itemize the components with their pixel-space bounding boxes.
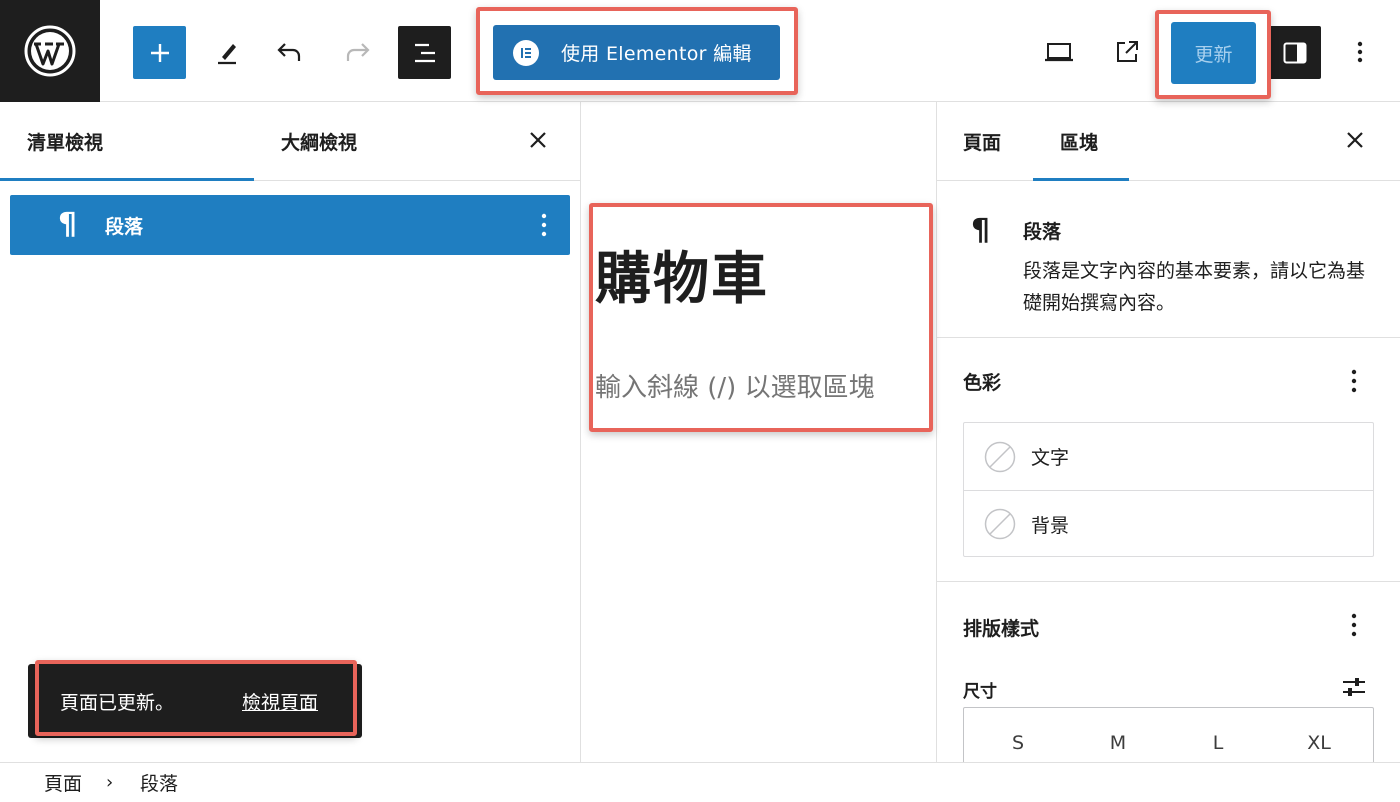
elementor-button-label: 使用 Elementor 編輯 — [561, 43, 752, 65]
breadcrumb: 頁面 › 段落 — [0, 762, 1400, 802]
block-card: ¶ 段落 段落是文字內容的基本要素，請以它為基礎開始撰寫內容。 — [937, 181, 1400, 338]
empty-swatch-icon — [984, 508, 1016, 540]
list-item-label: 段落 — [105, 215, 144, 238]
editor-header: 使用 Elementor 編輯 更新 — [0, 0, 1400, 102]
close-list-view-button[interactable] — [520, 122, 556, 158]
external-link-icon — [1117, 41, 1138, 62]
color-item-background[interactable]: 背景 — [964, 490, 1373, 557]
color-item-label: 背景 — [1031, 514, 1070, 537]
close-settings-button[interactable] — [1337, 122, 1373, 158]
active-tab-indicator — [0, 178, 254, 181]
snackbar-message: 頁面已更新。 — [60, 691, 175, 714]
plus-icon — [150, 43, 169, 62]
list-item-paragraph[interactable]: ¶ 段落 — [10, 195, 570, 255]
close-icon — [530, 132, 546, 148]
snackbar-notice: 頁面已更新。 檢視頁面 — [28, 664, 362, 738]
undo-button[interactable] — [268, 30, 312, 74]
settings-tabs: 頁面 區塊 — [937, 102, 1400, 181]
breadcrumb-item-page[interactable]: 頁面 — [44, 769, 82, 796]
left-panel-tabs: 清單檢視 大綱檢視 — [0, 102, 580, 181]
preview-button[interactable] — [1035, 30, 1083, 74]
kebab-icon — [1357, 41, 1363, 63]
font-size-label: 尺寸 — [963, 682, 997, 702]
wordpress-logo-button[interactable] — [0, 0, 100, 102]
color-options-button[interactable] — [1339, 366, 1369, 396]
list-view-icon — [414, 43, 435, 62]
paragraph-icon: ¶ — [971, 213, 991, 248]
typography-panel-title: 排版樣式 — [963, 618, 1040, 640]
redo-icon — [346, 43, 370, 61]
block-card-description: 段落是文字內容的基本要素，請以它為基礎開始撰寫內容。 — [1023, 260, 1366, 314]
laptop-icon — [1045, 43, 1073, 62]
sidebar-toggle-icon — [1283, 42, 1306, 63]
color-item-text[interactable]: 文字 — [964, 423, 1373, 490]
list-view-button[interactable] — [398, 26, 451, 79]
add-block-button[interactable] — [133, 26, 186, 79]
typography-options-button[interactable] — [1339, 610, 1369, 640]
color-panel-title: 色彩 — [963, 372, 1002, 394]
custom-size-button[interactable] — [1339, 672, 1369, 702]
block-appender-placeholder[interactable]: 輸入斜線 (/) 以選取區塊 — [595, 367, 875, 404]
color-item-label: 文字 — [1031, 447, 1070, 469]
pen-icon — [218, 44, 236, 65]
list-item-options-button[interactable] — [532, 210, 556, 240]
color-panel: 色彩 文字 背景 — [937, 338, 1400, 582]
page-title[interactable]: 購物車 — [595, 234, 769, 315]
settings-sliders-icon — [1343, 678, 1365, 696]
close-icon — [1347, 132, 1363, 148]
options-menu-button[interactable] — [1338, 30, 1382, 74]
tab-outline-view[interactable]: 大綱檢視 — [281, 102, 357, 181]
tab-list-view[interactable]: 清單檢視 — [27, 102, 103, 181]
tab-block[interactable]: 區塊 — [1060, 102, 1098, 181]
kebab-icon — [1351, 613, 1357, 637]
elementor-icon — [513, 39, 539, 66]
tab-page[interactable]: 頁面 — [963, 102, 1001, 181]
kebab-icon — [1351, 369, 1357, 393]
update-button[interactable]: 更新 — [1171, 22, 1256, 84]
block-card-title: 段落 — [1023, 221, 1062, 243]
typography-panel: 排版樣式 尺寸 S M L XL — [937, 582, 1400, 777]
view-page-link[interactable]: 檢視頁面 — [242, 688, 318, 715]
settings-sidebar: 頁面 區塊 ¶ 段落 段落是文字內容的基本要素，請以它為基礎開始撰寫內容。 色彩 — [936, 102, 1400, 777]
paragraph-icon: ¶ — [58, 207, 78, 242]
settings-toggle-button[interactable] — [1268, 26, 1321, 79]
redo-button[interactable] — [335, 30, 379, 74]
color-options-list: 文字 背景 — [963, 422, 1374, 557]
breadcrumb-separator: › — [106, 772, 114, 793]
breadcrumb-item-paragraph: 段落 — [140, 773, 179, 795]
list-view-panel: 清單檢視 大綱檢視 ¶ 段落 — [0, 102, 581, 762]
view-page-button[interactable] — [1105, 30, 1149, 74]
wordpress-logo-icon — [24, 25, 76, 77]
tools-button[interactable] — [205, 30, 249, 74]
editor-canvas: 購物車 輸入斜線 (/) 以選取區塊 — [581, 102, 936, 762]
empty-swatch-icon — [984, 441, 1016, 472]
kebab-icon — [541, 213, 547, 237]
undo-icon — [277, 43, 301, 61]
edit-with-elementor-button[interactable]: 使用 Elementor 編輯 — [493, 25, 780, 80]
